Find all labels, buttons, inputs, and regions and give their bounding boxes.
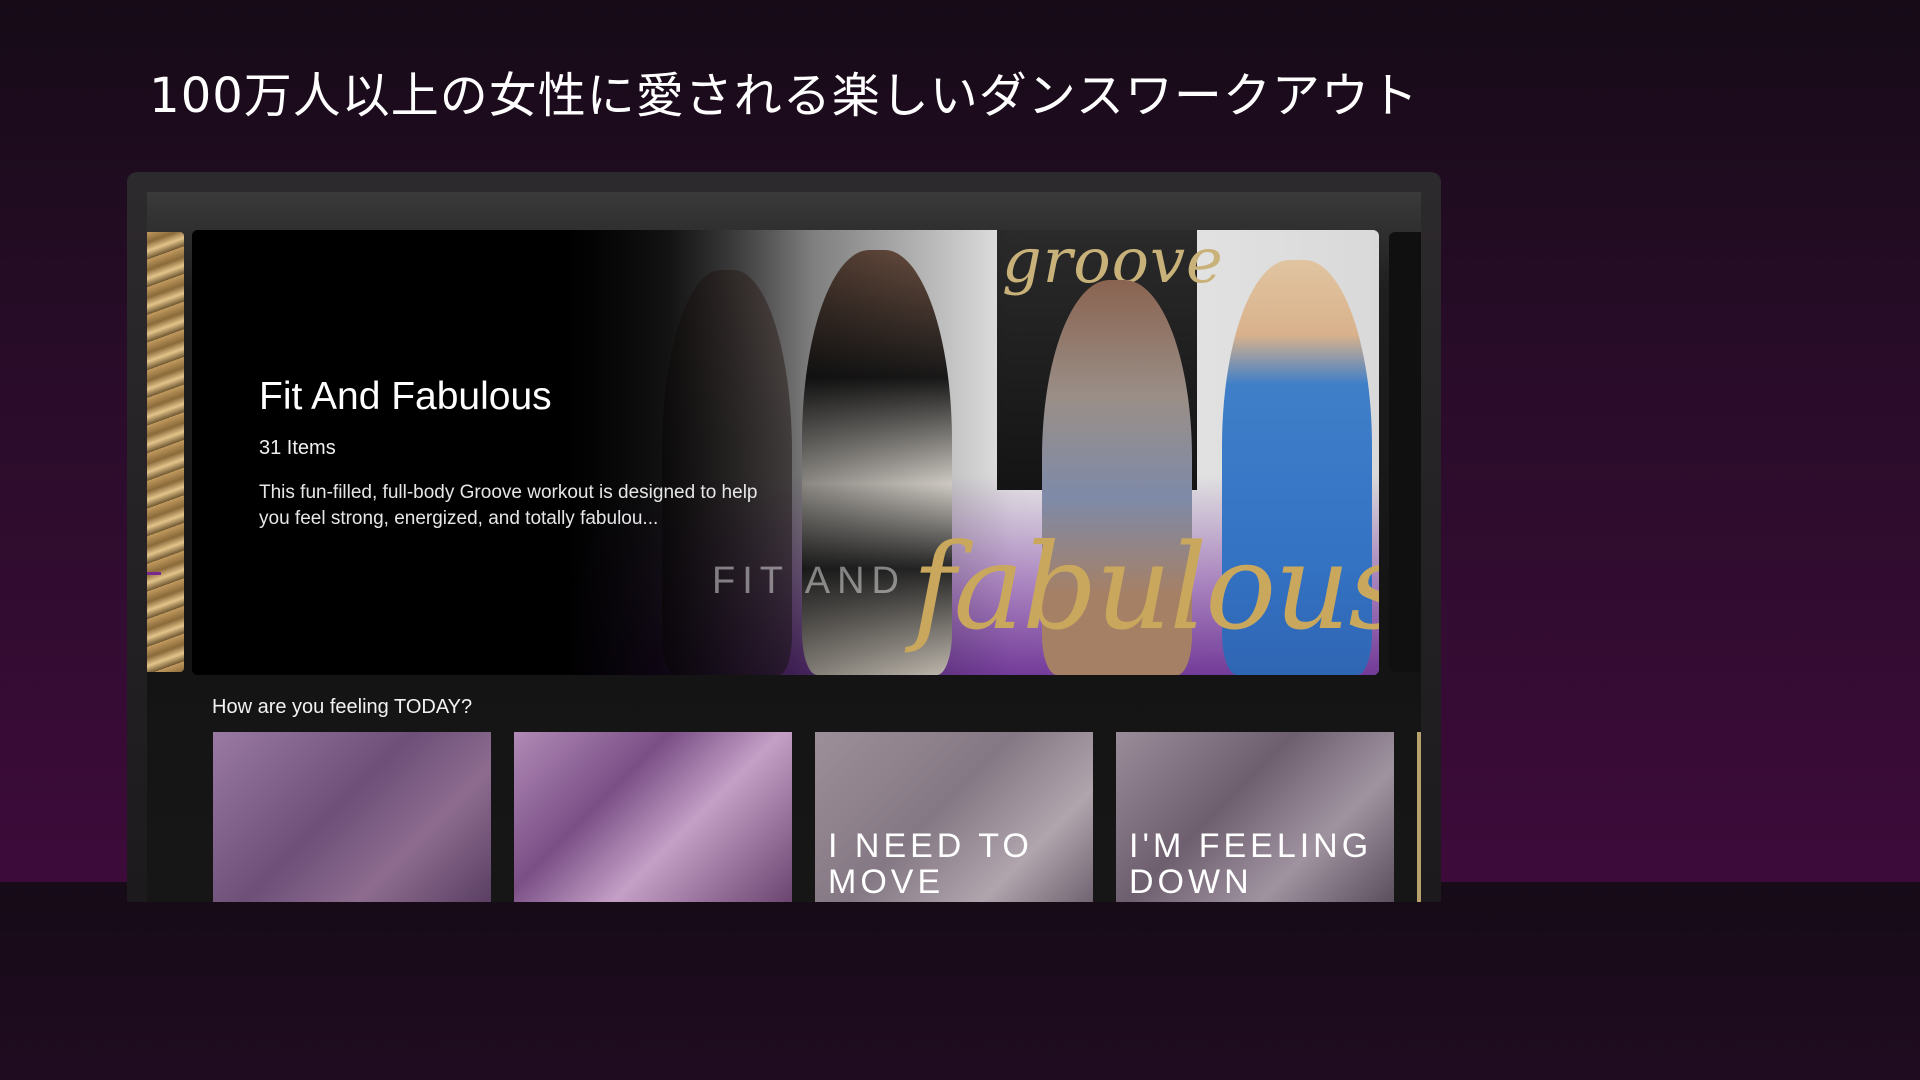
featured-hero-card[interactable]: groove FIT AND fabulous Fit And Fabulous…	[192, 230, 1379, 675]
mood-tile-i-need-to-move[interactable]: I NEED TO MOVE	[815, 732, 1093, 902]
app-screen: groove FIT AND fabulous Fit And Fabulous…	[147, 192, 1421, 902]
page-headline: 100万人以上の女性に愛される楽しいダンスワークアウト	[149, 68, 1419, 124]
hero-description: This fun-filled, full-body Groove workou…	[259, 482, 758, 529]
mood-tile[interactable]	[213, 732, 491, 902]
row-title: How are you feeling TODAY?	[212, 696, 473, 718]
hero-info: Fit And Fabulous 31 Items This fun-fille…	[259, 375, 779, 532]
tv-frame: groove FIT AND fabulous Fit And Fabulous…	[127, 172, 1441, 902]
next-tile-peek[interactable]	[1417, 732, 1421, 902]
hero-art-fabulous: fabulous	[912, 518, 1379, 656]
hero-art-fit-and: FIT AND	[712, 560, 906, 602]
next-featured-card[interactable]	[1389, 232, 1421, 672]
card-accent-streak	[147, 572, 161, 575]
hero-item-count: 31 Items	[259, 437, 336, 459]
mood-tile[interactable]	[514, 732, 792, 902]
tile-thumbnail	[213, 732, 491, 902]
mood-tile-im-feeling-down[interactable]: I'M FEELING DOWN	[1116, 732, 1394, 902]
tile-label: I NEED TO MOVE	[828, 827, 1033, 901]
previous-featured-card[interactable]	[147, 232, 184, 672]
hero-title: Fit And Fabulous	[259, 375, 552, 418]
tile-label: I'M FEELING DOWN	[1129, 827, 1373, 901]
tile-thumbnail	[514, 732, 792, 902]
